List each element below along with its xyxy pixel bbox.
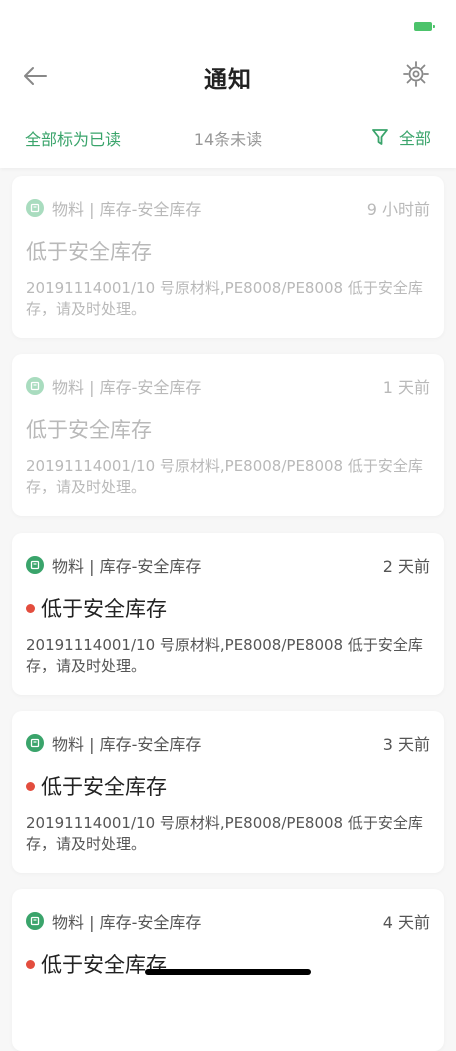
notification-title: 低于安全库存 [26, 771, 167, 801]
notification-meta: 物料 | 库存-安全库存 [26, 374, 201, 398]
notification-title-text: 低于安全库存 [26, 240, 152, 264]
notification-card[interactable]: 物料 | 库存-安全库存 1 天前 低于安全库存 20191114001/10 … [12, 354, 444, 516]
notification-category: 物料 | 库存-安全库存 [52, 200, 202, 219]
notification-time: 9 小时前 [366, 200, 430, 219]
notification-time: 4 天前 [382, 913, 430, 932]
notification-body: 20191114001/10 号原材料,PE8008/PE8008 低于安全库存… [26, 636, 423, 675]
material-category-icon [26, 734, 44, 752]
material-category-icon [26, 556, 44, 574]
notification-meta: 物料 | 库存-安全库存 [26, 196, 201, 220]
notification-body: 20191114001/10 号原材料,PE8008/PE8008 低于安全库存… [26, 814, 423, 853]
notification-category: 物料 | 库存-安全库存 [52, 557, 202, 576]
notification-time: 3 天前 [382, 735, 430, 754]
material-category-icon [26, 912, 44, 930]
filter-button[interactable]: 全部 [371, 125, 431, 149]
unread-dot [26, 781, 35, 791]
notification-toolbar: 全部标为已读 14条未读 全部 [0, 106, 456, 168]
page-title: 通知 [204, 67, 252, 93]
notification-meta: 物料 | 库存-安全库存 [26, 731, 201, 755]
notification-title: 低于安全库存 [26, 593, 167, 623]
filter-icon [372, 129, 388, 145]
notification-time: 1 天前 [382, 378, 430, 397]
notification-category: 物料 | 库存-安全库存 [52, 735, 202, 754]
filter-label: 全部 [398, 129, 431, 148]
unread-dot [26, 603, 35, 613]
material-category-icon [26, 199, 44, 217]
material-category-icon [26, 377, 44, 395]
battery-icon [414, 22, 435, 31]
notification-body: 20191114001/10 号原材料,PE8008/PE8008 低于安全库存… [26, 279, 423, 318]
notification-time: 2 天前 [382, 557, 430, 576]
notification-title: 低于安全库存 [26, 414, 152, 444]
notification-title-text: 低于安全库存 [41, 597, 167, 621]
notification-category: 物料 | 库存-安全库存 [52, 378, 202, 397]
settings-button[interactable] [402, 60, 434, 92]
unread-dot [26, 959, 35, 969]
notification-category: 物料 | 库存-安全库存 [52, 913, 202, 932]
notification-title-text: 低于安全库存 [26, 418, 152, 442]
notification-meta: 物料 | 库存-安全库存 [26, 553, 201, 577]
notification-title: 低于安全库存 [26, 236, 152, 266]
navigation-bar: 通知 [0, 44, 456, 106]
status-bar [0, 0, 456, 44]
notification-card[interactable]: 物料 | 库存-安全库存 9 小时前 低于安全库存 20191114001/10… [12, 176, 444, 338]
notification-title-text: 低于安全库存 [41, 775, 167, 799]
notification-meta: 物料 | 库存-安全库存 [26, 909, 201, 933]
gear-icon [403, 61, 429, 87]
notification-card[interactable]: 物料 | 库存-安全库存 3 天前 低于安全库存 20191114001/10 … [12, 711, 444, 873]
notification-card[interactable]: 物料 | 库存-安全库存 2 天前 低于安全库存 20191114001/10 … [12, 533, 444, 695]
notification-body: 20191114001/10 号原材料,PE8008/PE8008 低于安全库存… [26, 457, 423, 496]
home-indicator[interactable] [145, 969, 311, 975]
